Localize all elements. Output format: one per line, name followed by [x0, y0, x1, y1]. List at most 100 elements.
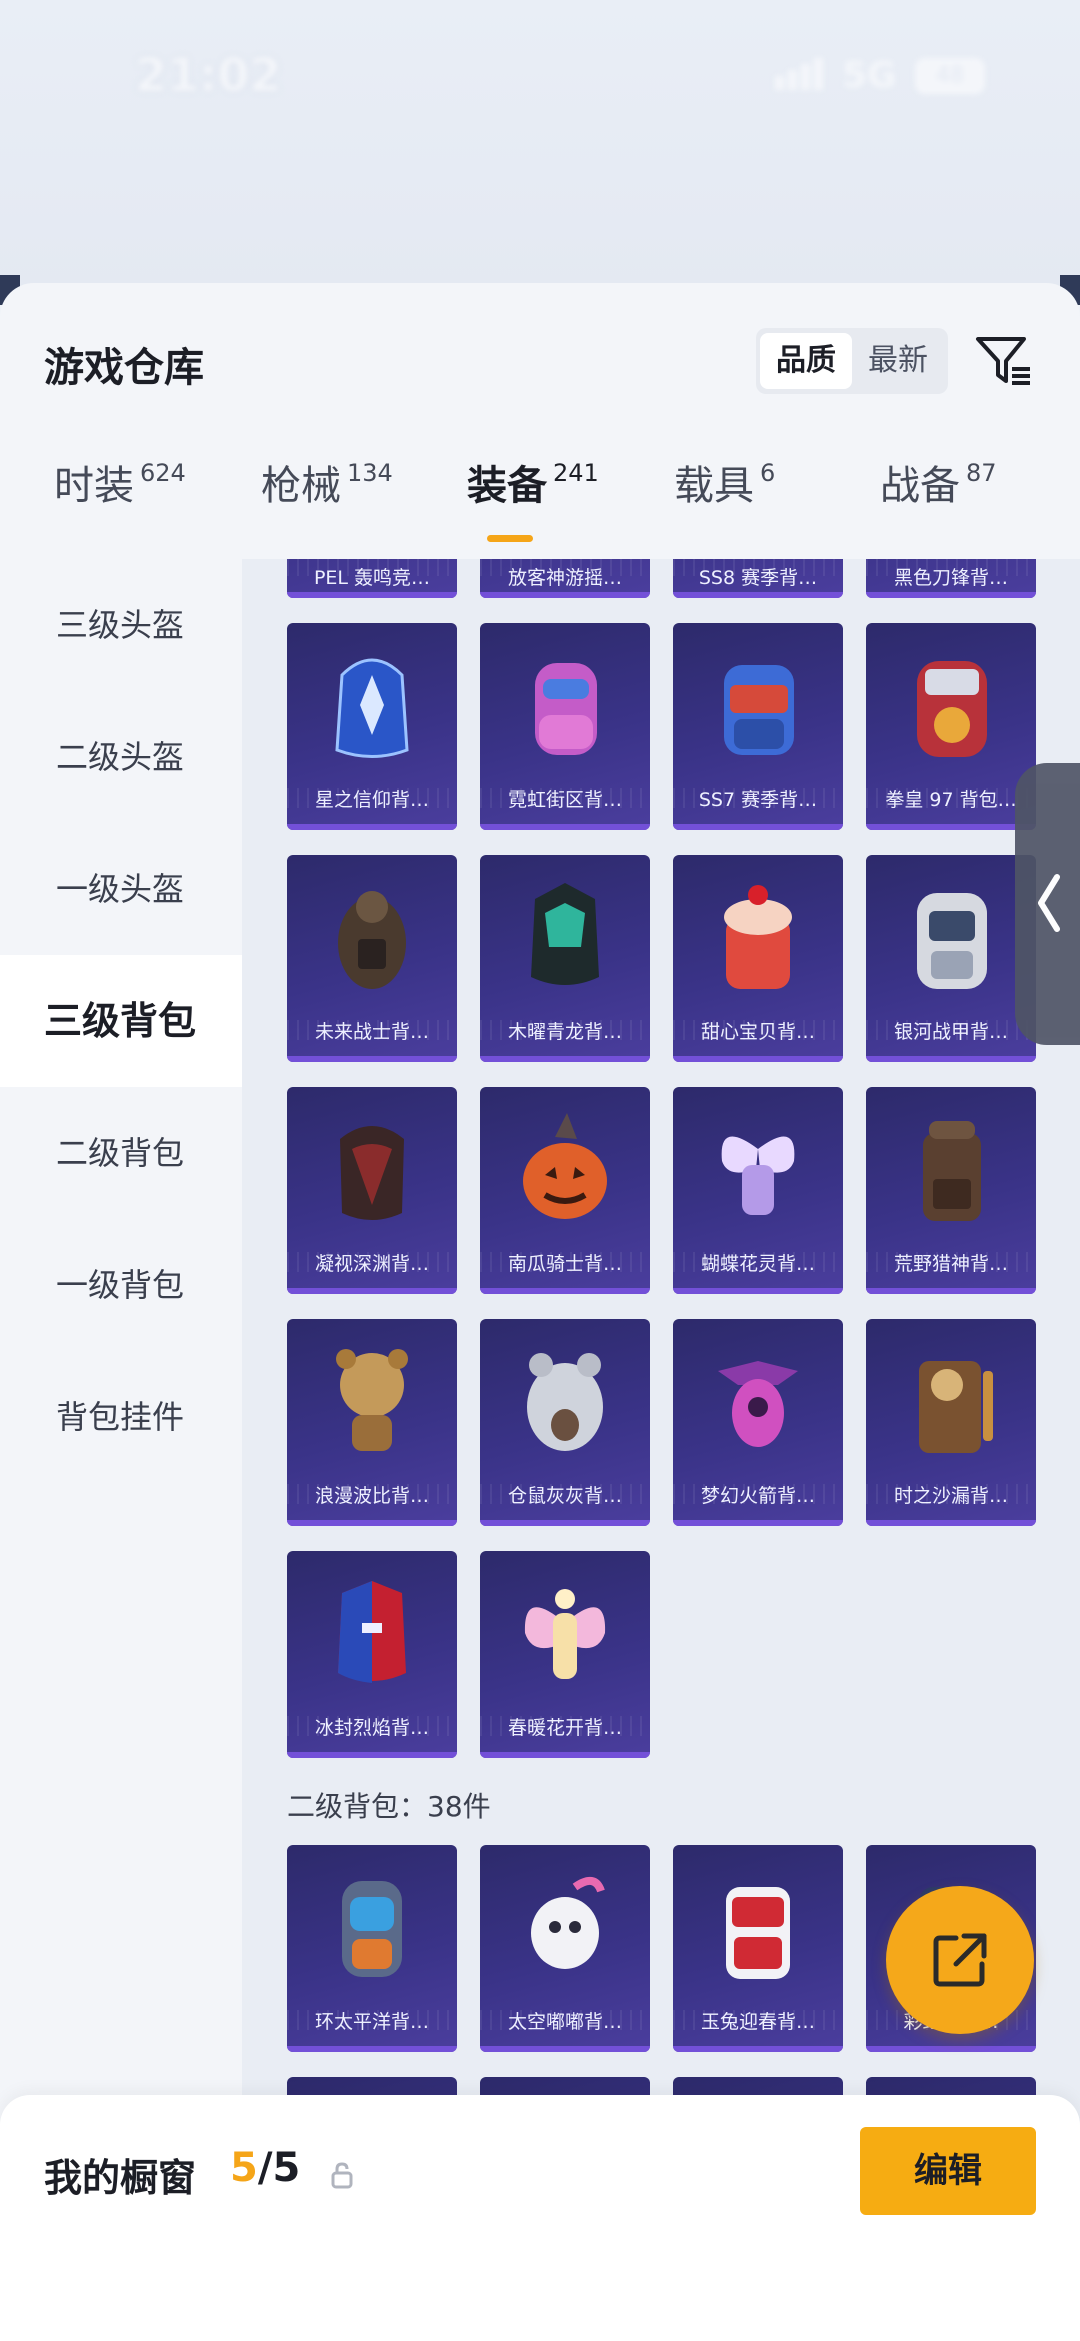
tab-vehicles[interactable]: 载具 6 — [674, 453, 775, 543]
item-name: 玉兔迎春背… — [700, 2011, 815, 2033]
item-card[interactable]: 浪漫波比背… — [287, 1319, 457, 1526]
item-card[interactable]: SS7 赛季背… — [673, 623, 843, 830]
item-card[interactable]: 南瓜骑士背… — [480, 1087, 650, 1294]
item-name: PEL 轰鸣竞… — [313, 567, 431, 589]
tab-supplies[interactable]: 战备 87 — [880, 453, 997, 543]
backpack-icon — [338, 1581, 406, 1683]
item-card[interactable]: 黑色刀锋背… — [866, 559, 1036, 598]
card-bar — [287, 1288, 457, 1294]
subcategory-nav: 三级头盔 二级头盔 一级头盔 三级背包 二级背包 一级背包 背包挂件 — [0, 559, 242, 2341]
nav-item-level3-backpack[interactable]: 三级背包 — [0, 955, 242, 1087]
item-name: 时之沙漏背… — [893, 1485, 1008, 1507]
item-card[interactable]: 荒野猎神背… — [866, 1087, 1036, 1294]
item-name: 未来战士背… — [314, 1021, 429, 1043]
filter-icon[interactable] — [972, 329, 1034, 391]
backpack-icon — [721, 1136, 795, 1215]
item-name: 星之信仰背… — [314, 789, 429, 811]
backpack-icon — [726, 1887, 790, 1979]
game-warehouse-sheet: 游戏仓库 品质 最新 时装 624 枪械 134 装备 241 载具 6 战备 87 三级… — [0, 283, 1080, 2341]
share-icon — [933, 1933, 987, 1987]
card-bar — [287, 2046, 457, 2052]
item-card[interactable]: 环太平洋背… — [287, 1845, 457, 2052]
item-card[interactable]: 玉兔迎春背… — [673, 1845, 843, 2052]
card-bar — [866, 1056, 1036, 1062]
share-fab[interactable] — [886, 1886, 1034, 2034]
nav-item-level1-backpack[interactable]: 一级背包 — [0, 1219, 242, 1351]
tab-count: 624 — [140, 459, 186, 487]
item-card[interactable]: 未来战士背… — [287, 855, 457, 1062]
tab-guns[interactable]: 枪械 134 — [261, 453, 393, 543]
card-bar — [673, 2046, 843, 2052]
card-bar — [480, 1288, 650, 1294]
network-label: 5G — [842, 55, 897, 96]
item-name: 仓鼠灰灰背… — [507, 1485, 622, 1507]
nav-item-level2-helmet[interactable]: 二级头盔 — [0, 691, 242, 823]
item-name: SS7 赛季背… — [698, 789, 818, 811]
backpack-icon — [335, 658, 409, 758]
card-bar — [866, 2046, 1036, 2052]
card-bar — [287, 1056, 457, 1062]
backpack-icon — [338, 891, 406, 989]
item-card[interactable]: 拳皇 97 背包… — [866, 623, 1036, 830]
item-card[interactable]: 春暖花开背… — [480, 1551, 650, 1758]
card-bar — [866, 1288, 1036, 1294]
lock-icon — [331, 2162, 353, 2189]
tab-count: 134 — [347, 459, 393, 487]
backpack-icon — [342, 1881, 402, 1977]
nav-item-level2-backpack[interactable]: 二级背包 — [0, 1087, 242, 1219]
status-bar: 21:02 5G 48 — [0, 0, 1080, 150]
item-name: 蝴蝶花灵背… — [700, 1253, 815, 1275]
item-name: 梦幻火箭背… — [700, 1485, 815, 1507]
item-card[interactable]: 木曜青龙背… — [480, 855, 650, 1062]
sheet-title: 游戏仓库 — [44, 345, 204, 391]
edit-button[interactable]: 编辑 — [860, 2127, 1036, 2215]
category-tabs: 时装 624 枪械 134 装备 241 载具 6 战备 87 — [0, 453, 1080, 543]
item-name: 木曜青龙背… — [507, 1021, 622, 1043]
nav-item-level3-helmet[interactable]: 三级头盔 — [0, 559, 242, 691]
sort-latest-button[interactable]: 最新 — [852, 333, 944, 389]
backpack-icon — [524, 1589, 606, 1679]
backpack-icon — [724, 885, 792, 989]
backpack-icon — [531, 883, 599, 985]
item-card[interactable]: 霓虹街区背… — [480, 623, 650, 830]
tab-label: 载具 — [674, 463, 754, 509]
tab-equipment[interactable]: 装备 241 — [467, 453, 599, 543]
item-name: 银河战甲背… — [893, 1021, 1008, 1043]
backpack-icon — [724, 665, 794, 755]
card-bar — [480, 2046, 650, 2052]
nav-item-level1-helmet[interactable]: 一级头盔 — [0, 823, 242, 955]
backpack-icon — [531, 1877, 605, 1969]
card-bar — [480, 1520, 650, 1526]
card-bar — [287, 592, 457, 598]
chevron-left-icon — [1038, 874, 1060, 932]
item-card[interactable]: 凝视深渊背… — [287, 1087, 457, 1294]
item-card[interactable]: 时之沙漏背… — [866, 1319, 1036, 1526]
sort-quality-button[interactable]: 品质 — [760, 333, 852, 389]
card-bar — [673, 1056, 843, 1062]
item-card[interactable]: SS8 赛季背… — [673, 559, 843, 598]
item-card[interactable]: 冰封烈焰背… — [287, 1551, 457, 1758]
item-card[interactable]: 甜心宝贝背… — [673, 855, 843, 1062]
card-bar — [866, 592, 1036, 598]
item-card[interactable]: 梦幻火箭背… — [673, 1319, 843, 1526]
tab-count: 87 — [966, 459, 997, 487]
backpack-icon — [535, 663, 597, 755]
item-name: 甜心宝贝背… — [700, 1021, 815, 1043]
item-card[interactable]: 太空嘟嘟背… — [480, 1845, 650, 2052]
nav-item-backpack-charm[interactable]: 背包挂件 — [0, 1351, 242, 1483]
item-name: 环太平洋背… — [314, 2011, 429, 2033]
item-card[interactable]: 银河战甲背… — [866, 855, 1036, 1062]
card-bar — [673, 824, 843, 830]
backpack-icon — [917, 893, 987, 989]
item-card[interactable]: 放客神游摇… — [480, 559, 650, 598]
item-name: 凝视深渊背… — [314, 1253, 429, 1275]
card-bar — [287, 824, 457, 830]
item-card[interactable]: 星之信仰背… — [287, 623, 457, 830]
backpack-icon — [923, 1121, 981, 1221]
item-card[interactable]: 仓鼠灰灰背… — [480, 1319, 650, 1526]
item-card[interactable]: PEL 轰鸣竞… — [287, 559, 457, 598]
side-drawer-handle[interactable] — [1015, 763, 1080, 1045]
status-time: 21:02 — [135, 48, 282, 102]
item-card[interactable]: 蝴蝶花灵背… — [673, 1087, 843, 1294]
tab-fashion[interactable]: 时装 624 — [54, 453, 186, 543]
